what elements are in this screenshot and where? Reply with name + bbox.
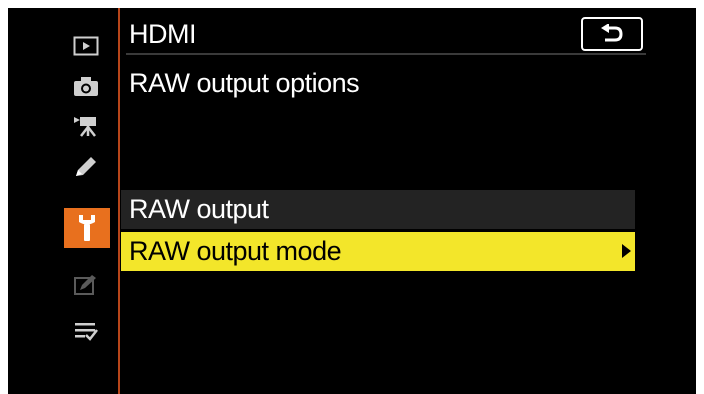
retouch-icon[interactable] xyxy=(64,265,108,305)
movie-camera-icon[interactable] xyxy=(64,106,108,146)
pencil-icon[interactable] xyxy=(64,147,108,187)
page-title: HDMI xyxy=(129,19,197,49)
title-divider xyxy=(126,53,646,55)
menu-sidebar xyxy=(8,8,118,394)
submenu-arrow-icon xyxy=(622,244,631,258)
page-subtitle: RAW output options xyxy=(129,68,360,98)
sidebar-divider xyxy=(118,8,120,394)
menu-item-label: RAW output xyxy=(129,194,269,224)
camera-icon[interactable] xyxy=(64,66,108,106)
back-arrow-icon xyxy=(601,24,623,42)
camera-menu-screen: HDMI RAW output options RAW output RAW o… xyxy=(8,8,696,394)
playback-icon[interactable] xyxy=(64,26,108,66)
my-menu-icon[interactable] xyxy=(64,311,108,351)
menu-item-raw-output-mode[interactable]: RAW output mode xyxy=(121,232,635,271)
back-button[interactable] xyxy=(581,17,643,51)
menu-item-label: RAW output mode xyxy=(129,236,342,266)
menu-item-raw-output[interactable]: RAW output xyxy=(121,190,635,229)
wrench-icon[interactable] xyxy=(64,208,110,248)
